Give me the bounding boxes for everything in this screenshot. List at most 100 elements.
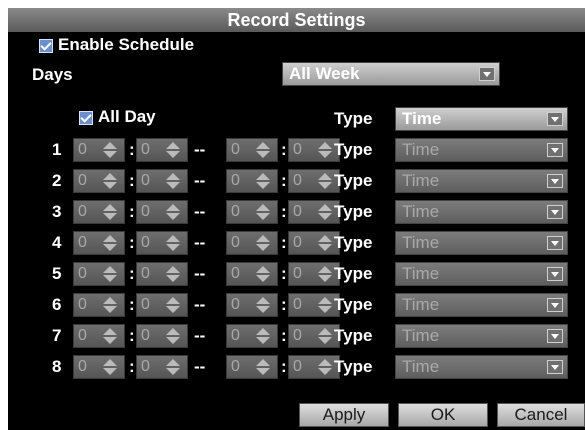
start-hour-spinner[interactable]: 0 [73, 231, 125, 255]
end-hour-spinner[interactable]: 0 [226, 138, 278, 162]
end-minute-spinner[interactable]: 0 [288, 231, 340, 255]
start-minute-spinner[interactable]: 0 [136, 200, 188, 224]
spin-up-icon[interactable] [166, 328, 180, 335]
spin-up-icon[interactable] [256, 235, 270, 242]
spin-up-icon[interactable] [166, 173, 180, 180]
spin-up-icon[interactable] [256, 266, 270, 273]
spin-down-icon[interactable] [318, 182, 332, 189]
start-minute-spinner[interactable]: 0 [136, 138, 188, 162]
spin-up-icon[interactable] [166, 204, 180, 211]
end-minute-spinner[interactable]: 0 [288, 262, 340, 286]
spin-up-icon[interactable] [103, 328, 117, 335]
spin-up-icon[interactable] [166, 359, 180, 366]
spin-down-icon[interactable] [166, 182, 180, 189]
end-hour-spinner[interactable]: 0 [226, 262, 278, 286]
spin-down-icon[interactable] [318, 151, 332, 158]
spin-up-icon[interactable] [103, 204, 117, 211]
end-hour-spinner[interactable]: 0 [226, 324, 278, 348]
all-day-checkbox[interactable] [79, 111, 93, 125]
spin-down-icon[interactable] [256, 368, 270, 375]
spin-down-icon[interactable] [166, 306, 180, 313]
ok-button[interactable]: OK [398, 403, 488, 427]
start-hour-spinner[interactable]: 0 [73, 293, 125, 317]
spin-down-icon[interactable] [256, 337, 270, 344]
start-minute-spinner[interactable]: 0 [136, 355, 188, 379]
spin-down-icon[interactable] [256, 213, 270, 220]
spin-up-icon[interactable] [103, 359, 117, 366]
all-day-type-dropdown[interactable]: Time [395, 107, 568, 131]
spin-down-icon[interactable] [103, 306, 117, 313]
spin-down-icon[interactable] [166, 275, 180, 282]
spin-down-icon[interactable] [166, 368, 180, 375]
spin-up-icon[interactable] [103, 235, 117, 242]
spin-down-icon[interactable] [103, 213, 117, 220]
spin-down-icon[interactable] [256, 151, 270, 158]
start-hour-spinner[interactable]: 0 [73, 324, 125, 348]
period-type-dropdown[interactable]: Time [395, 138, 568, 162]
start-minute-spinner[interactable]: 0 [136, 293, 188, 317]
spin-up-icon[interactable] [318, 328, 332, 335]
spin-down-icon[interactable] [318, 244, 332, 251]
spin-up-icon[interactable] [256, 173, 270, 180]
spin-down-icon[interactable] [256, 275, 270, 282]
period-type-dropdown[interactable]: Time [395, 293, 568, 317]
end-hour-spinner[interactable]: 0 [226, 200, 278, 224]
start-minute-spinner[interactable]: 0 [136, 324, 188, 348]
spin-up-icon[interactable] [318, 359, 332, 366]
spin-up-icon[interactable] [256, 359, 270, 366]
spin-down-icon[interactable] [318, 275, 332, 282]
end-hour-spinner[interactable]: 0 [226, 169, 278, 193]
spin-up-icon[interactable] [166, 142, 180, 149]
end-hour-spinner[interactable]: 0 [226, 231, 278, 255]
cancel-button[interactable]: Cancel [497, 403, 585, 427]
spin-down-icon[interactable] [103, 275, 117, 282]
spin-up-icon[interactable] [103, 173, 117, 180]
spin-up-icon[interactable] [256, 204, 270, 211]
spin-down-icon[interactable] [103, 368, 117, 375]
spin-up-icon[interactable] [166, 297, 180, 304]
start-hour-spinner[interactable]: 0 [73, 355, 125, 379]
spin-up-icon[interactable] [318, 235, 332, 242]
period-type-dropdown[interactable]: Time [395, 231, 568, 255]
spin-down-icon[interactable] [318, 213, 332, 220]
spin-up-icon[interactable] [318, 204, 332, 211]
start-minute-spinner[interactable]: 0 [136, 262, 188, 286]
start-minute-spinner[interactable]: 0 [136, 231, 188, 255]
spin-up-icon[interactable] [318, 297, 332, 304]
spin-down-icon[interactable] [166, 244, 180, 251]
period-type-dropdown[interactable]: Time [395, 355, 568, 379]
spin-up-icon[interactable] [256, 297, 270, 304]
spin-up-icon[interactable] [103, 297, 117, 304]
spin-down-icon[interactable] [166, 151, 180, 158]
spin-up-icon[interactable] [256, 328, 270, 335]
end-minute-spinner[interactable]: 0 [288, 169, 340, 193]
end-minute-spinner[interactable]: 0 [288, 138, 340, 162]
spin-up-icon[interactable] [103, 142, 117, 149]
spin-down-icon[interactable] [166, 337, 180, 344]
period-type-dropdown[interactable]: Time [395, 169, 568, 193]
spin-up-icon[interactable] [318, 142, 332, 149]
period-type-dropdown[interactable]: Time [395, 200, 568, 224]
spin-down-icon[interactable] [103, 337, 117, 344]
spin-down-icon[interactable] [318, 337, 332, 344]
spin-up-icon[interactable] [318, 173, 332, 180]
end-hour-spinner[interactable]: 0 [226, 293, 278, 317]
spin-down-icon[interactable] [103, 244, 117, 251]
spin-up-icon[interactable] [166, 266, 180, 273]
period-type-dropdown[interactable]: Time [395, 262, 568, 286]
enable-schedule-checkbox[interactable] [39, 39, 53, 53]
start-hour-spinner[interactable]: 0 [73, 262, 125, 286]
end-minute-spinner[interactable]: 0 [288, 324, 340, 348]
spin-down-icon[interactable] [318, 368, 332, 375]
period-type-dropdown[interactable]: Time [395, 324, 568, 348]
end-minute-spinner[interactable]: 0 [288, 355, 340, 379]
start-hour-spinner[interactable]: 0 [73, 138, 125, 162]
spin-down-icon[interactable] [256, 306, 270, 313]
spin-down-icon[interactable] [103, 182, 117, 189]
spin-down-icon[interactable] [256, 244, 270, 251]
days-dropdown[interactable]: All Week [282, 62, 500, 86]
spin-up-icon[interactable] [318, 266, 332, 273]
end-minute-spinner[interactable]: 0 [288, 293, 340, 317]
start-hour-spinner[interactable]: 0 [73, 169, 125, 193]
apply-button[interactable]: Apply [299, 403, 389, 427]
